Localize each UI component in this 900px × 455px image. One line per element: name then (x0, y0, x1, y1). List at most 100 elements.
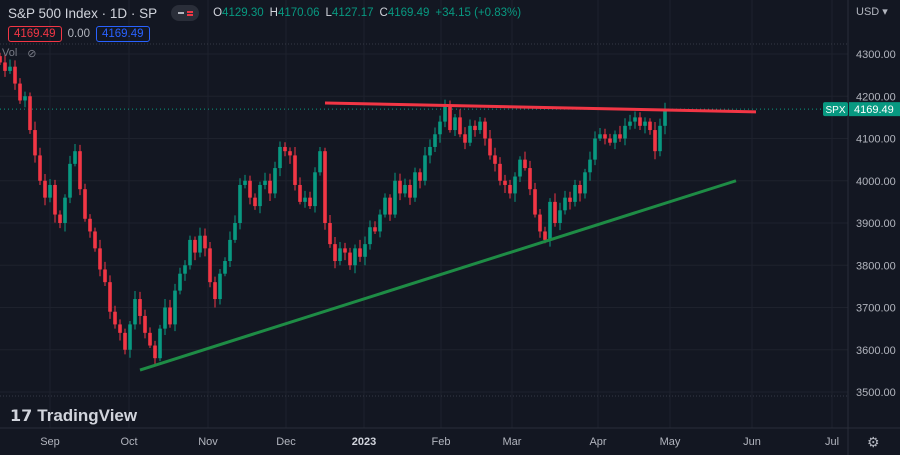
candle-body (578, 184, 582, 194)
candle-body (448, 104, 452, 131)
candle-body (258, 184, 262, 207)
candle-body (88, 218, 92, 232)
candle-body (663, 109, 667, 126)
candle-body (438, 121, 442, 135)
candle-body (308, 197, 312, 207)
candle-body (238, 184, 242, 223)
symbol-title[interactable]: S&P 500 Index · 1D · SP (8, 6, 157, 21)
candle-body (3, 62, 7, 71)
candle-body (553, 201, 557, 223)
candle-body (518, 159, 522, 177)
candle-body (183, 265, 187, 274)
candle-body (573, 184, 577, 202)
price-tick-label: 4200.00 (856, 91, 896, 103)
candle-body (588, 159, 592, 173)
candlestick-chart[interactable]: 3500.00 3600.00 3700.00 3800.00 3900.00 4000.… (0, 0, 900, 455)
candle-body (478, 121, 482, 131)
candle-body (103, 269, 107, 283)
candle-body (373, 227, 377, 232)
time-tick-label: Jul (825, 436, 839, 448)
change: +34.15 (+0.83%) (435, 7, 522, 19)
candle-body (298, 184, 302, 202)
candle-body (168, 307, 172, 325)
time-tick-label: Dec (276, 436, 296, 448)
candle-body (188, 239, 192, 266)
candle-body (433, 134, 437, 147)
candle-body (278, 146, 282, 169)
candle-body (158, 328, 162, 359)
candle-body (113, 311, 117, 325)
tradingview-logo[interactable]: 𝟭𝟳 TradingView (10, 406, 137, 426)
candle-body (503, 180, 507, 185)
candle-body (143, 315, 147, 333)
candle-body (603, 134, 607, 139)
candle-body (78, 151, 82, 190)
candle-body (208, 248, 212, 283)
candle-body (128, 324, 132, 350)
candle-body (473, 125, 477, 131)
price-tick-label: 4300.00 (856, 49, 896, 61)
candle-body (608, 138, 612, 143)
buy-price-button[interactable]: 4169.49 (95, 26, 150, 42)
candle-body (583, 172, 587, 194)
candle-body (93, 231, 97, 249)
volume-label[interactable]: Vol (2, 47, 17, 60)
candle-body (43, 180, 47, 198)
currency-select[interactable]: USD ▾ (856, 5, 888, 18)
candle-body (613, 134, 617, 143)
candle-body (213, 282, 217, 300)
candle-body (248, 180, 252, 198)
candle-body (653, 130, 657, 152)
candle-body (488, 138, 492, 156)
candle-body (233, 223, 237, 240)
candle-body (483, 121, 487, 139)
candle-body (193, 239, 197, 253)
candle-body (548, 201, 552, 240)
time-tick-label: Apr (589, 436, 606, 448)
candle-body (23, 96, 27, 101)
candle-body (33, 130, 37, 156)
candle-body (658, 125, 662, 152)
candle-body (513, 176, 517, 194)
candle-body (223, 261, 227, 274)
candle-body (638, 117, 642, 126)
candle-body (398, 180, 402, 194)
price-tick-label: 4000.00 (856, 176, 896, 188)
candle-body (388, 197, 392, 215)
support-trendline (139, 179, 737, 372)
candle-body (108, 282, 112, 312)
time-tick-label: Nov (198, 436, 218, 448)
candle-body (313, 172, 317, 207)
candle-body (58, 214, 62, 223)
candle-body (393, 180, 397, 215)
candle-body (618, 134, 622, 139)
candle-body (348, 252, 352, 266)
hidden-eye-icon[interactable]: ⊘ (27, 47, 36, 60)
candle-body (163, 307, 167, 329)
candle-body (268, 180, 272, 194)
sell-price-button[interactable]: 4169.49 (8, 26, 62, 42)
price-tick-label: 3700.00 (856, 303, 896, 315)
candle-body (538, 214, 542, 232)
candle-body (378, 214, 382, 232)
price-tick-label: 4100.00 (856, 134, 896, 146)
candle-body (343, 248, 347, 253)
candle-body (383, 197, 387, 215)
candle-body (273, 168, 277, 194)
settings-gear-icon[interactable]: ⚙ (867, 434, 880, 451)
candle-body (228, 239, 232, 262)
candle-body (358, 248, 362, 257)
candle-body (423, 155, 427, 181)
candle-body (558, 210, 562, 223)
candle-body (403, 184, 407, 194)
spread: 0.00 (67, 28, 90, 40)
candle-body (648, 121, 652, 131)
candle-body (368, 227, 372, 245)
time-tick-label: Jun (743, 436, 761, 448)
candle-body (468, 125, 472, 143)
candle-body (563, 197, 567, 211)
candle-body (528, 168, 532, 190)
legend-toggle-icon[interactable] (171, 5, 200, 21)
last-price-label: 4169.49 (854, 104, 894, 116)
candle-body (18, 83, 22, 101)
